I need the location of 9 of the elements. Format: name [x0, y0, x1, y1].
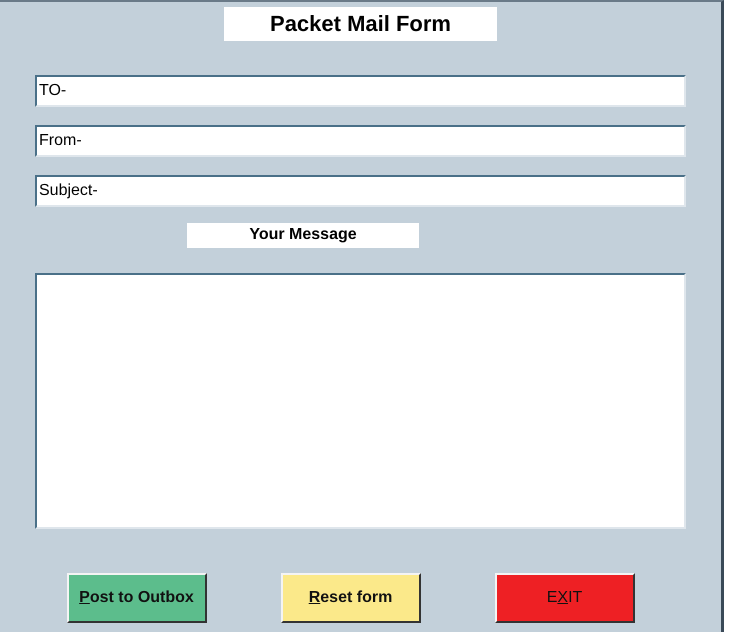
reset-button[interactable]: Reset form	[280, 573, 420, 623]
form-title: Packet Mail Form	[224, 7, 497, 41]
input-field[interactable]: From-	[35, 125, 686, 157]
post-button[interactable]: Post to Outbox	[66, 573, 206, 623]
input-field[interactable]: TO-	[35, 75, 686, 107]
exit-button[interactable]: EXIT	[494, 573, 634, 623]
input-field[interactable]: Subject-	[35, 175, 686, 207]
message-box[interactable]	[35, 273, 686, 529]
message-label: Your Message	[187, 223, 419, 248]
